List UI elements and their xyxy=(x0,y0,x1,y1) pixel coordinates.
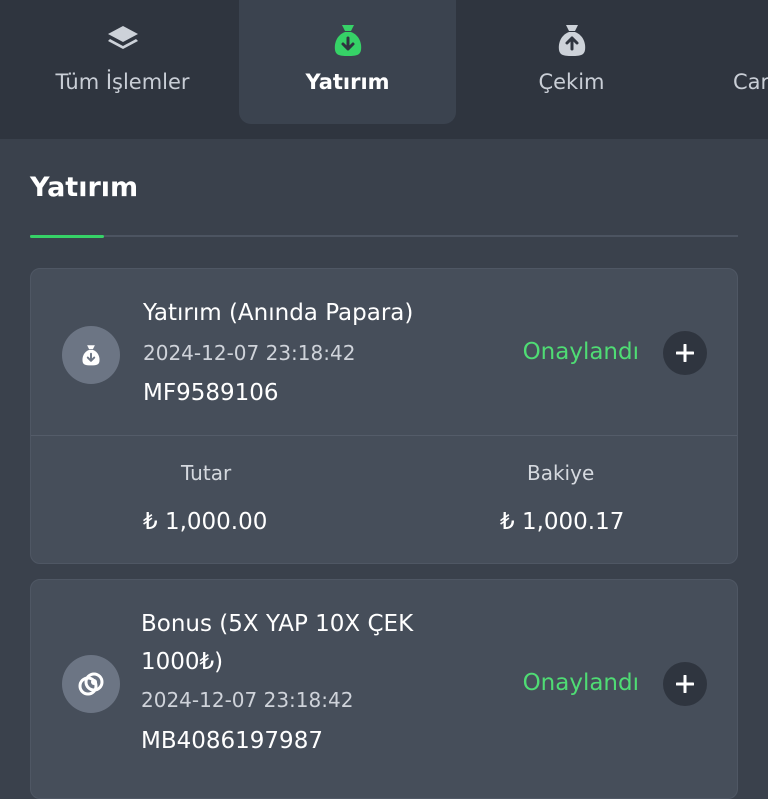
tab-withdraw[interactable]: Çekim xyxy=(463,0,680,124)
money-bag-down-icon xyxy=(62,326,120,384)
tab-partial[interactable]: Car xyxy=(688,0,768,124)
plus-icon xyxy=(676,675,694,693)
status-badge: Onaylandı xyxy=(522,339,639,365)
money-bag-down-icon xyxy=(330,22,366,58)
transaction-title: Yatırım (Anında Papara) xyxy=(143,300,414,326)
expand-button[interactable] xyxy=(663,331,707,375)
tab-deposit[interactable]: Yatırım xyxy=(239,0,456,124)
section-divider-accent xyxy=(30,235,104,238)
coins-icon xyxy=(62,655,120,713)
transaction-type-tabbar: Tüm İşlemler Yatırım Çekim Car xyxy=(0,0,768,139)
transaction-date: 2024-12-07 23:18:42 xyxy=(141,688,354,712)
amount-value: ₺ 1,000.00 xyxy=(143,509,268,535)
transaction-title-line2: 1000₺) xyxy=(141,649,224,675)
tab-label: Yatırım xyxy=(305,70,390,94)
tab-label: Çekim xyxy=(538,70,605,94)
money-bag-up-icon xyxy=(554,22,590,58)
amount-label: Tutar xyxy=(181,461,232,485)
card-separator xyxy=(31,435,737,436)
balance-label: Bakiye xyxy=(527,461,595,485)
status-badge: Onaylandı xyxy=(522,670,639,696)
balance-value: ₺ 1,000.17 xyxy=(500,509,625,535)
transaction-code: MF9589106 xyxy=(143,380,279,406)
section-title: Yatırım xyxy=(30,172,139,203)
tab-all-transactions[interactable]: Tüm İşlemler xyxy=(14,0,231,124)
section-divider xyxy=(30,235,738,237)
plus-icon xyxy=(676,344,694,362)
transaction-card[interactable]: Yatırım (Anında Papara) 2024-12-07 23:18… xyxy=(30,268,738,564)
transaction-date: 2024-12-07 23:18:42 xyxy=(143,341,356,365)
layers-icon xyxy=(105,22,141,58)
tab-label: Tüm İşlemler xyxy=(55,70,190,94)
transaction-title-line1: Bonus (5X YAP 10X ÇEK xyxy=(141,611,414,637)
tab-label: Car xyxy=(733,70,768,94)
transaction-code: MB4086197987 xyxy=(141,728,323,754)
transaction-card[interactable]: Bonus (5X YAP 10X ÇEK 1000₺) 2024-12-07 … xyxy=(30,579,738,799)
expand-button[interactable] xyxy=(663,662,707,706)
